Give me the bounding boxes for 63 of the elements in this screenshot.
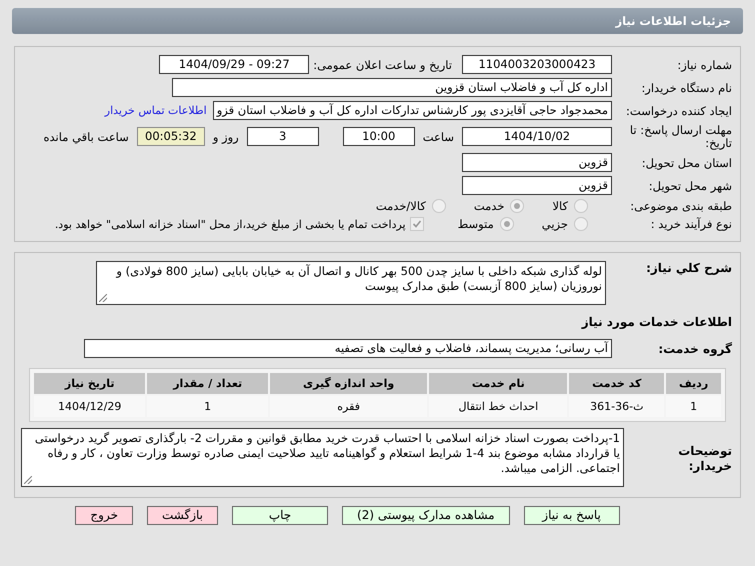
remaining-time-field: 00:05:32	[136, 127, 205, 146]
table-cell: ث-36-361	[569, 396, 664, 418]
deadline-date-field[interactable]: 1404/10/02	[462, 127, 612, 146]
field-label: مهلت ارسال پاسخ: تا تاریخ:	[628, 124, 733, 150]
radio-button[interactable]	[574, 217, 588, 232]
action-button[interactable]: چاپ	[232, 506, 328, 526]
radio-button[interactable]	[510, 199, 524, 214]
time-label: ساعت	[422, 130, 455, 144]
announce-date-field[interactable]: 1404/09/29 - 09:27	[159, 55, 310, 74]
action-button[interactable]: خروج	[75, 506, 133, 526]
radio-button[interactable]	[574, 199, 588, 214]
column-header: واحد اندازه گیری	[270, 373, 428, 394]
buyer-org-field[interactable]: اداره کل آب و فاضلاب استان قزوین	[172, 78, 612, 97]
page-header: جزئیات اطلاعات نیاز	[12, 8, 743, 34]
resize-grip-icon	[99, 294, 107, 302]
check-icon	[412, 219, 422, 230]
field-label: گروه خدمت:	[657, 342, 733, 356]
radio-label: کالا	[552, 199, 568, 214]
radio-label: متوسط	[458, 217, 494, 232]
city-field[interactable]: قزوین	[462, 176, 612, 196]
table-cell: 1404/12/29	[34, 396, 146, 418]
field-label: شهر محل تحویل:	[648, 178, 733, 193]
field-label: ایجاد کننده درخواست:	[625, 104, 733, 118]
service-group-field[interactable]: آب رسانی؛ مدیریت پسماند، فاضلاب و فعالیت های تصفیه	[84, 339, 612, 358]
column-header: کد خدمت	[569, 373, 664, 394]
requester-field[interactable]: محمدجواد حاجی آقایزدی پور کارشناس تدارکات اداره کل آب و فاضلاب استان قزو	[212, 101, 612, 120]
table-cell: احداث خط انتقال	[429, 396, 568, 418]
action-button[interactable]: مشاهده مدارک پیوستی (2)	[342, 506, 510, 526]
days-label: روز و	[211, 130, 240, 144]
field-label: نام دستگاه خریدار:	[640, 80, 733, 94]
days-field[interactable]: 3	[246, 127, 319, 146]
province-field[interactable]: قزوین	[462, 153, 612, 172]
buyer-notes-box[interactable]: 1-پرداخت بصورت اسناد خزانه اسلامی با احتساب قدرت خرید مطابق قوانین و مقررات 2- بارگذاری تصویر گرید درخواستی یا قرارداد مشابه موضوع بند 4-1 شرایط استعلام و گواهینامه تایید صلاحیت ایمنی صادره توسط وزارت تعاون ، کار و رفاه اجتماعی. الزامی میباشد.	[21, 428, 624, 488]
description-box[interactable]: لوله گذاری شبکه داخلی با سایز چدن 500 بهر کانال و اتصال آن به خیابان بابایی (سایز 800 فولادی) و نوروزیان (سایز 800 آزبست) طبق مدارک پیوست	[96, 261, 606, 306]
radio-label: کالا/خدمت	[376, 199, 426, 214]
field-label: تاریخ و ساعت اعلان عمومی:	[313, 58, 452, 72]
treasury-note: پرداخت تمام یا بخشی از مبلغ خرید،از محل "اسناد خزانه اسلامی" خواهد بود.	[54, 218, 406, 231]
column-header: نام خدمت	[429, 373, 568, 394]
field-label: نوع فرآیند خرید :	[650, 217, 733, 232]
deadline-time-field[interactable]: 10:00	[342, 127, 415, 146]
column-header: تعداد / مقدار	[147, 373, 268, 394]
field-label: توضیحات خریدار:	[677, 444, 733, 474]
column-header: تاریخ نیاز	[34, 373, 146, 394]
contact-link[interactable]: اطلاعات تماس خریدار	[104, 104, 207, 117]
radio-label: جزيي	[542, 217, 568, 232]
need-number-field[interactable]: 1104003203000423	[462, 55, 612, 74]
radio-button[interactable]	[432, 199, 446, 214]
checkbox[interactable]	[410, 217, 424, 232]
table-cell: 1	[666, 396, 721, 418]
table-cell: 1	[147, 396, 268, 418]
remaining-label: ساعت باقي مانده	[42, 130, 130, 144]
section-heading: اطلاعات خدمات مورد نیاز	[580, 315, 732, 330]
field-label: شرح کلي نياز:	[645, 261, 733, 276]
field-label: شماره نیاز:	[676, 58, 733, 72]
table-cell: فقره	[270, 396, 428, 418]
field-label: طبقه بندی موضوعی:	[629, 199, 733, 214]
resize-grip-icon	[24, 476, 32, 484]
radio-label: خدمت	[474, 199, 504, 214]
field-label: استان محل تحویل:	[640, 156, 733, 170]
action-button[interactable]: پاسخ به نیاز	[524, 506, 620, 526]
radio-button[interactable]	[500, 217, 514, 232]
column-header: ردیف	[666, 373, 721, 394]
action-button[interactable]: بازگشت	[147, 506, 218, 526]
